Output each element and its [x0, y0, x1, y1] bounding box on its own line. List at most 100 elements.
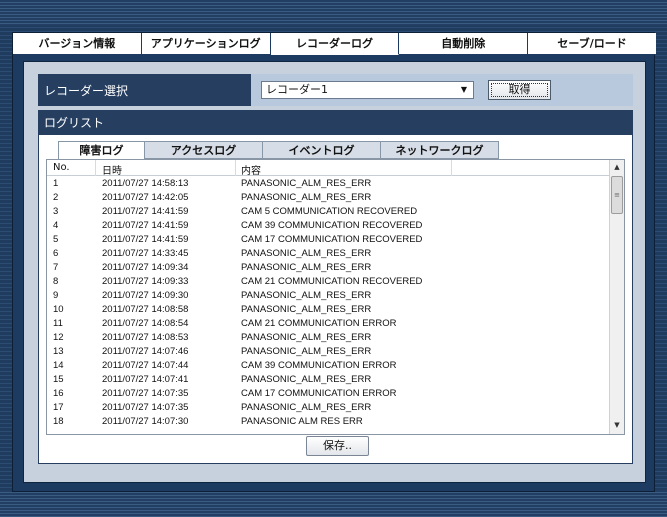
row-datetime: 2011/07/27 14:42:05 [102, 192, 189, 203]
row-number: 2 [53, 192, 59, 203]
tab-access-log[interactable]: アクセスログ [145, 141, 263, 159]
row-datetime: 2011/07/27 14:09:34 [102, 262, 189, 273]
tab-network-log[interactable]: ネットワークログ [381, 141, 499, 159]
row-content: CAM 17 COMMUNICATION RECOVERED [241, 234, 423, 245]
log-type-tabs: 障害ログ アクセスログ イベントログ ネットワークログ [58, 141, 499, 159]
row-datetime: 2011/07/27 14:41:59 [102, 234, 189, 245]
chevron-down-icon: ▼ [460, 85, 467, 94]
row-datetime: 2011/07/27 14:08:53 [102, 332, 189, 343]
recorder-select-label: レコーダー選択 [44, 84, 129, 98]
row-datetime: 2011/07/27 14:07:30 [102, 416, 189, 427]
row-number: 12 [53, 332, 64, 343]
arrow-down-icon[interactable]: ▼ [610, 418, 624, 432]
recorder-select-area: レコーダー1 ▼ 取得 [251, 74, 633, 106]
save-button[interactable]: 保存.. [306, 436, 369, 456]
column-header-datetime[interactable]: 日時 [102, 162, 122, 177]
row-number: 17 [53, 402, 64, 413]
tab-application-log[interactable]: アプリケーションログ [141, 33, 271, 55]
tab-event-log[interactable]: イベントログ [263, 141, 381, 159]
table-row[interactable]: 9 2011/07/27 14:09:30 PANASONIC_ALM_RES_ER… [47, 289, 610, 303]
tab-version-info[interactable]: バージョン情報 [13, 33, 142, 55]
row-number: 13 [53, 346, 64, 357]
table-row[interactable]: 8 2011/07/27 14:09:33 CAM 21 COMMUNICATION… [47, 275, 610, 289]
row-content: CAM 21 COMMUNICATION ERROR [241, 318, 397, 329]
log-table-header: No. 日時 内容 [47, 160, 610, 177]
row-number: 7 [53, 262, 59, 273]
table-row[interactable]: 11 2011/07/27 14:08:54 CAM 21 COMMUNICATIO… [47, 317, 610, 331]
row-datetime: 2011/07/27 14:09:33 [102, 276, 189, 287]
row-content: PANASONIC_ALM_RES_ERR [241, 304, 372, 315]
table-row[interactable]: 13 2011/07/27 14:07:46 PANASONIC_ALM_RES_E… [47, 345, 610, 359]
log-list-panel: 障害ログ アクセスログ イベントログ ネットワークログ No. 日時 内容 12… [38, 134, 633, 464]
recorder-select-row: レコーダー選択 レコーダー1 ▼ 取得 [38, 74, 633, 106]
row-content: PANASONIC_ALM_RES_ERR [241, 192, 372, 203]
row-number: 6 [53, 248, 59, 259]
row-content: PANASONIC_ALM_RES_ERR [241, 262, 372, 273]
row-content: PANASONIC_ALM_RES_ERR [241, 248, 372, 259]
row-number: 3 [53, 206, 59, 217]
row-datetime: 2011/07/27 14:08:58 [102, 304, 189, 315]
row-content: PANASONIC_ALM_RES_ERR [241, 332, 372, 343]
table-row[interactable]: 1 2011/07/27 14:58:13 PANASONIC_ALM_RES_ER… [47, 177, 610, 191]
column-divider [451, 160, 452, 176]
row-content: PANASONIC_ALM_RES_ERR [241, 290, 372, 301]
table-row[interactable]: 10 2011/07/27 14:08:58 PANASONIC_ALM_RES_E… [47, 303, 610, 317]
row-datetime: 2011/07/27 14:09:30 [102, 290, 189, 301]
recorder-dropdown[interactable]: レコーダー1 ▼ [261, 81, 474, 99]
row-content: PANASONIC_ALM_RES_ERR [241, 402, 372, 413]
table-row[interactable]: 6 2011/07/27 14:33:45 PANASONIC_ALM_RES_ER… [47, 247, 610, 261]
row-content: PANASONIC ALM RES ERR [241, 416, 363, 427]
table-row[interactable]: 12 2011/07/27 14:08:53 PANASONIC_ALM_RES_E… [47, 331, 610, 345]
tab-save-load[interactable]: セーブ/ロード [528, 33, 656, 55]
column-header-content[interactable]: 内容 [241, 162, 261, 177]
row-datetime: 2011/07/27 14:58:13 [102, 178, 189, 189]
loglist-heading: ログリスト [38, 110, 633, 134]
table-row[interactable]: 14 2011/07/27 14:07:44 CAM 39 COMMUNICATIO… [47, 359, 610, 373]
row-number: 4 [53, 220, 59, 231]
column-divider [235, 160, 236, 176]
window-frame: バージョン情報 アプリケーションログ レコーダーログ 自動削除 セーブ/ロード … [12, 32, 656, 492]
tab-auto-delete[interactable]: 自動削除 [399, 33, 529, 55]
table-row[interactable]: 4 2011/07/27 14:41:59 CAM 39 COMMUNICATION… [47, 219, 610, 233]
table-row[interactable]: 15 2011/07/27 14:07:41 PANASONIC_ALM_RES_E… [47, 373, 610, 387]
row-content: CAM 21 COMMUNICATION RECOVERED [241, 276, 423, 287]
row-number: 1 [53, 178, 59, 189]
table-row[interactable]: 7 2011/07/27 14:09:34 PANASONIC_ALM_RES_ER… [47, 261, 610, 275]
row-content: CAM 39 COMMUNICATION RECOVERED [241, 220, 423, 231]
row-datetime: 2011/07/27 14:07:35 [102, 388, 189, 399]
get-button[interactable]: 取得 [488, 80, 551, 100]
row-datetime: 2011/07/27 14:41:59 [102, 220, 189, 231]
row-content: PANASONIC_ALM_RES_ERR [241, 178, 372, 189]
row-number: 14 [53, 360, 64, 371]
row-number: 11 [53, 318, 63, 329]
row-content: CAM 17 COMMUNICATION ERROR [241, 388, 397, 399]
scroll-thumb[interactable]: ≡ [611, 176, 623, 214]
arrow-up-icon[interactable]: ▲ [610, 160, 624, 174]
row-datetime: 2011/07/27 14:07:35 [102, 402, 189, 413]
table-row[interactable]: 18 2011/07/27 14:07:30 PANASONIC ALM RES E… [47, 415, 610, 429]
log-table[interactable]: No. 日時 内容 1 2011/07/27 14:58:13 PANASONIC_… [46, 159, 625, 435]
table-row[interactable]: 3 2011/07/27 14:41:59 CAM 5 COMMUNICATION … [47, 205, 610, 219]
log-table-rows: 1 2011/07/27 14:58:13 PANASONIC_ALM_RES_ER… [47, 177, 610, 429]
row-number: 18 [53, 416, 64, 427]
column-divider [95, 160, 96, 176]
row-content: CAM 5 COMMUNICATION RECOVERED [241, 206, 418, 217]
row-content: PANASONIC_ALM_RES_ERR [241, 374, 372, 385]
row-number: 8 [53, 276, 59, 287]
bottom-band [0, 490, 667, 517]
row-number: 10 [53, 304, 64, 315]
row-content: PANASONIC_ALM_RES_ERR [241, 346, 372, 357]
main-tab-bar: バージョン情報 アプリケーションログ レコーダーログ 自動削除 セーブ/ロード [13, 33, 656, 55]
table-row[interactable]: 16 2011/07/27 14:07:35 CAM 17 COMMUNICATIO… [47, 387, 610, 401]
row-number: 5 [53, 234, 59, 245]
table-row[interactable]: 2 2011/07/27 14:42:05 PANASONIC_ALM_RES_ER… [47, 191, 610, 205]
recorder-log-panel: レコーダー選択 レコーダー1 ▼ 取得 ログリスト 障害ログ アクセスログ イベ… [23, 61, 646, 483]
column-header-no[interactable]: No. [53, 162, 70, 173]
tab-error-log[interactable]: 障害ログ [58, 141, 145, 159]
table-row[interactable]: 17 2011/07/27 14:07:35 PANASONIC_ALM_RES_E… [47, 401, 610, 415]
table-row[interactable]: 5 2011/07/27 14:41:59 CAM 17 COMMUNICATION… [47, 233, 610, 247]
row-datetime: 2011/07/27 14:07:46 [102, 346, 189, 357]
row-number: 15 [53, 374, 64, 385]
vertical-scrollbar[interactable]: ▲ ≡ ▼ [609, 160, 624, 434]
tab-recorder-log[interactable]: レコーダーログ [270, 33, 400, 55]
